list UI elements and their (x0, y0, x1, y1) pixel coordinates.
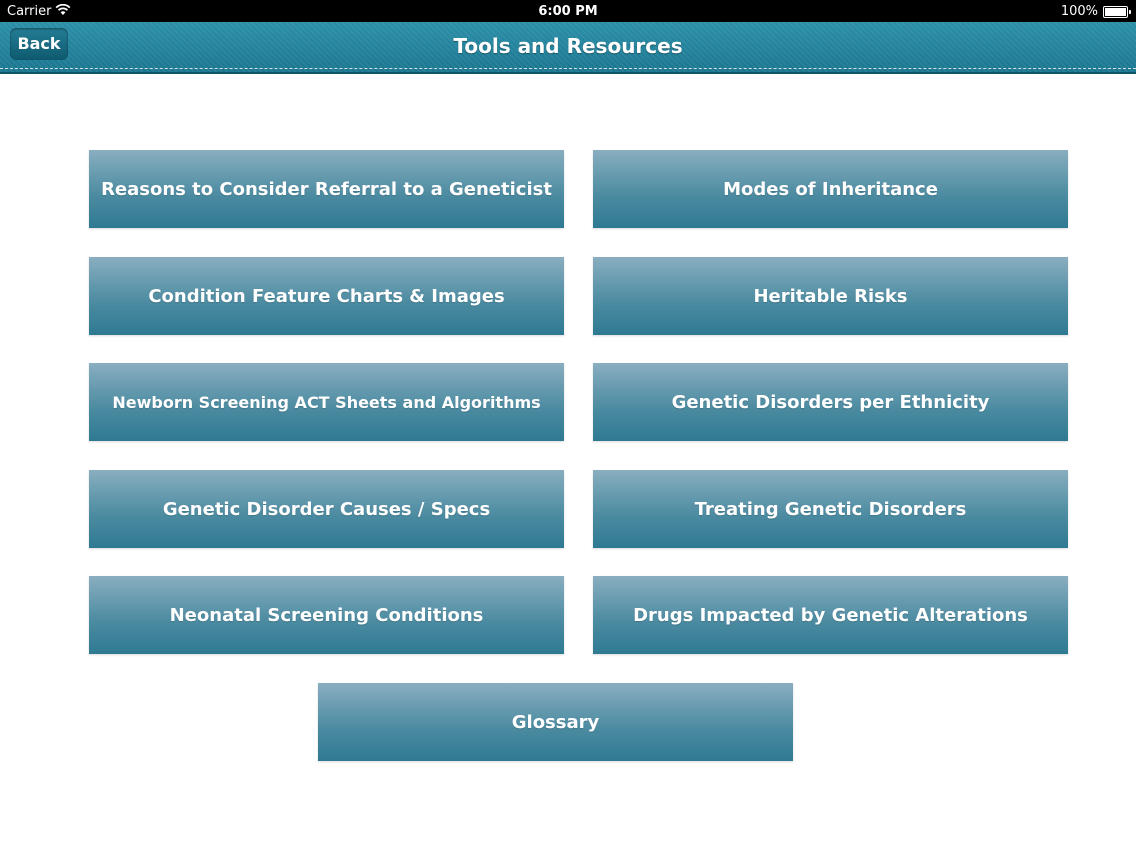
clock: 6:00 PM (538, 4, 598, 19)
page-title: Tools and Resources (453, 34, 683, 58)
treating-disorders-button[interactable]: Treating Genetic Disorders (593, 470, 1068, 548)
disorder-causes-button[interactable]: Genetic Disorder Causes / Specs (89, 470, 564, 548)
disorders-per-ethnicity-button[interactable]: Genetic Disorders per Ethnicity (593, 363, 1068, 441)
nav-divider (0, 68, 1136, 69)
newborn-screening-button[interactable]: Newborn Screening ACT Sheets and Algorit… (89, 363, 564, 441)
battery-percentage: 100% (1060, 4, 1098, 19)
condition-feature-charts-button[interactable]: Condition Feature Charts & Images (89, 257, 564, 335)
drugs-impacted-button[interactable]: Drugs Impacted by Genetic Alterations (593, 576, 1068, 654)
heritable-risks-button[interactable]: Heritable Risks (593, 257, 1068, 335)
status-bar: Carrier 6:00 PM 100% (0, 0, 1136, 22)
modes-of-inheritance-button[interactable]: Modes of Inheritance (593, 150, 1068, 228)
battery-icon (1103, 6, 1131, 18)
referral-button[interactable]: Reasons to Consider Referral to a Geneti… (89, 150, 564, 228)
glossary-button[interactable]: Glossary (318, 683, 793, 761)
navigation-bar: Back Tools and Resources (0, 22, 1136, 74)
neonatal-screening-button[interactable]: Neonatal Screening Conditions (89, 576, 564, 654)
